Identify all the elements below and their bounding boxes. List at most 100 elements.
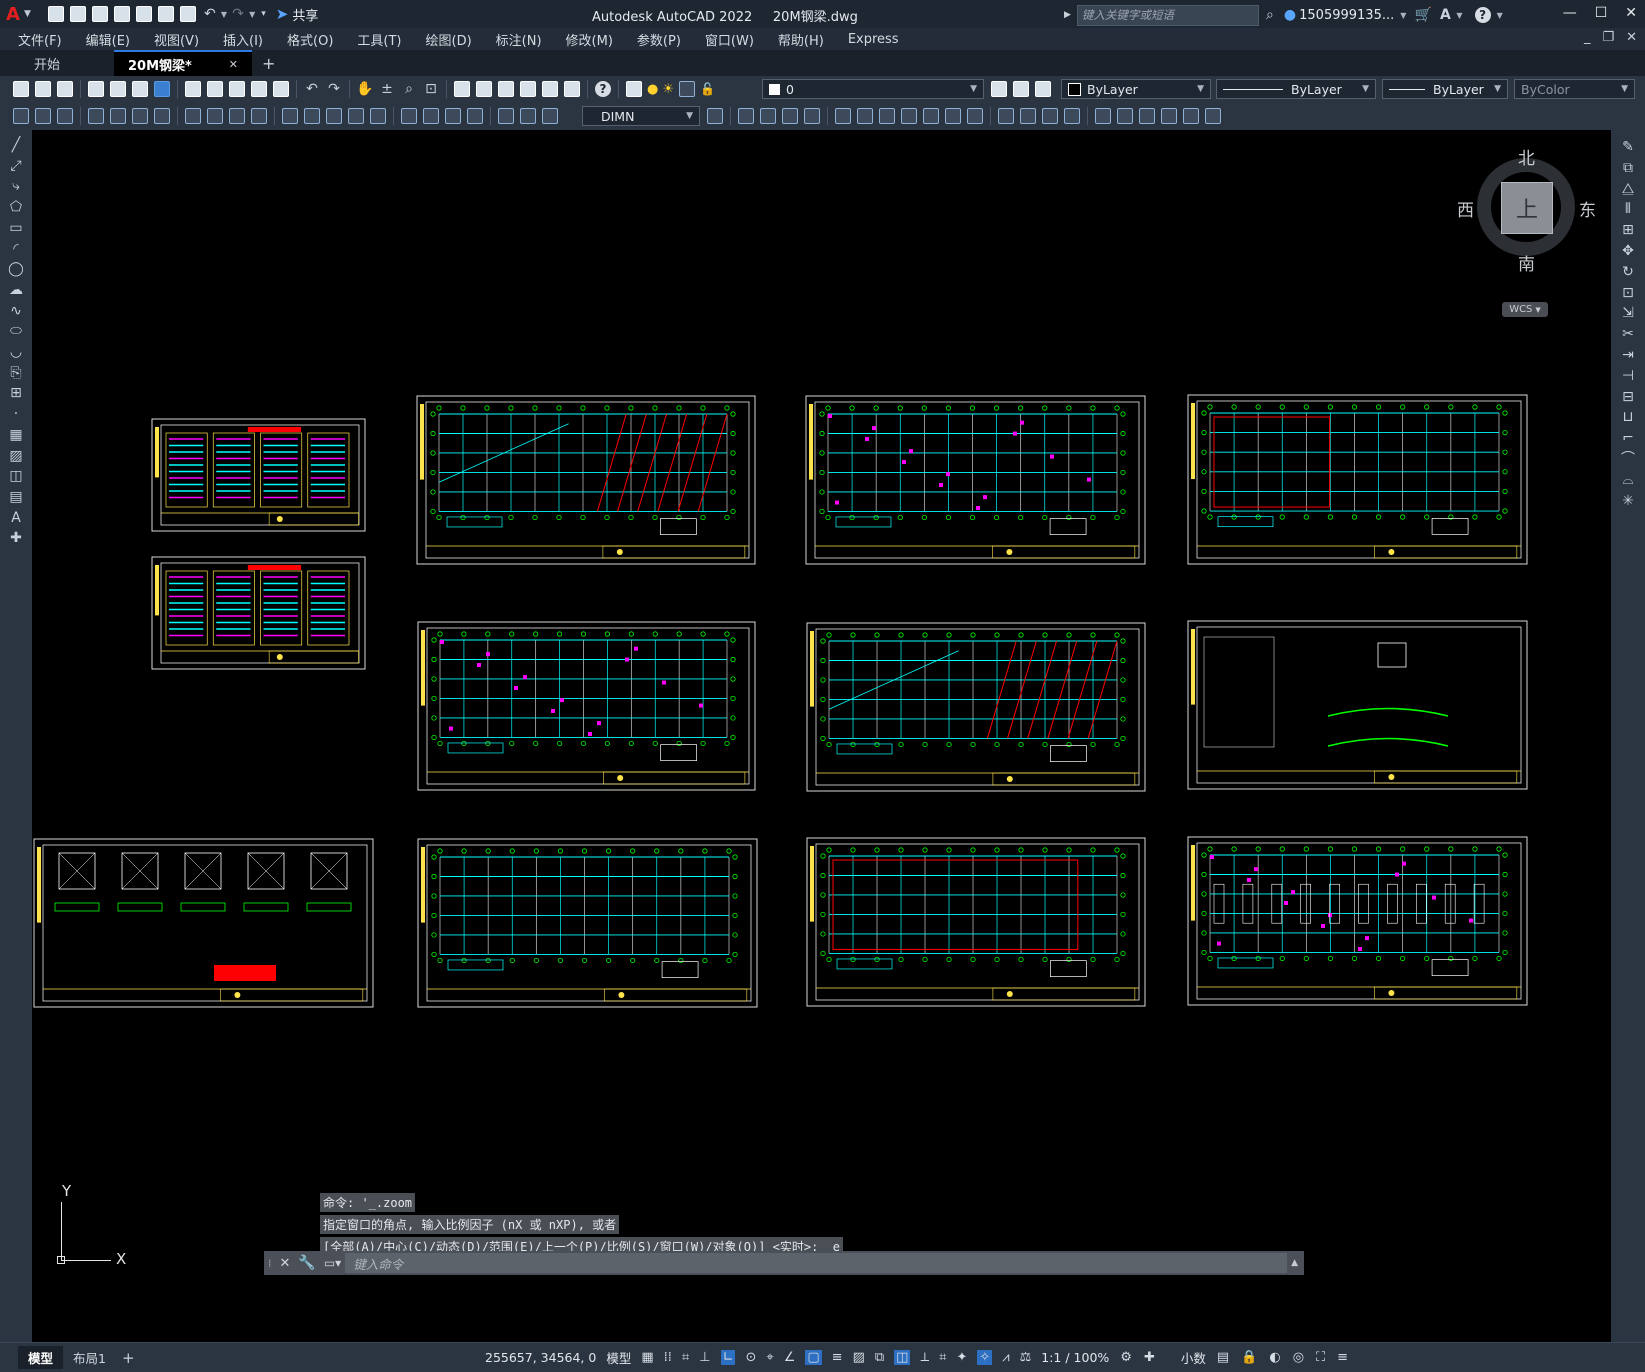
circle-icon[interactable]: ◯ — [7, 260, 25, 278]
annotation-scale-icon[interactable]: ⚖ — [1020, 1350, 1032, 1365]
print-icon[interactable] — [88, 81, 104, 97]
plotstyle-combo[interactable]: ByColor ▼ — [1514, 79, 1635, 99]
redo-toolbar-icon[interactable]: ↷ — [323, 78, 345, 100]
jogged-dim-icon[interactable] — [207, 108, 223, 124]
gradient-left-icon[interactable]: ▨ — [7, 447, 25, 465]
menu-item[interactable]: 帮助(H) — [778, 30, 824, 49]
open-web-icon[interactable] — [135, 6, 152, 22]
viewcube-south[interactable]: 南 — [1518, 250, 1535, 275]
gizmo-icon[interactable]: ✦ — [956, 1350, 967, 1365]
dim-break-icon[interactable] — [370, 108, 386, 124]
annotation-monitor-icon[interactable]: ✚ — [1144, 1350, 1155, 1365]
redo-dropdown-icon[interactable]: ▼ — [249, 10, 255, 19]
3d-osnap-icon[interactable]: ◫ — [894, 1350, 911, 1365]
doc-minimize-button[interactable]: _ — [1584, 30, 1591, 45]
zoom-previous-icon[interactable]: ⊡ — [420, 78, 442, 100]
break-icon[interactable] — [998, 108, 1014, 124]
layer-combo[interactable]: 0 ▼ — [762, 79, 984, 99]
layer-lock-icon[interactable]: 🔓 — [700, 82, 715, 96]
tab-close-icon[interactable]: ✕ — [229, 58, 238, 71]
fillet-icon[interactable] — [1064, 108, 1080, 124]
grid-icon[interactable]: ▦ — [641, 1350, 653, 1365]
search-input[interactable]: 键入关键字或短语 — [1076, 4, 1259, 26]
rectangle-icon[interactable]: ▭ — [7, 219, 25, 237]
help-dropdown-icon[interactable]: ▼ — [1497, 11, 1503, 20]
make-current-layer-icon[interactable] — [991, 81, 1007, 97]
menu-item[interactable]: 视图(V) — [154, 30, 199, 49]
trim-icon[interactable] — [945, 108, 961, 124]
menu-item[interactable]: 文件(F) — [18, 30, 62, 49]
quick-dim-icon[interactable] — [282, 108, 298, 124]
user-dropdown-icon[interactable]: ▼ — [1400, 11, 1406, 20]
new-tab-button[interactable]: + — [262, 54, 275, 73]
offset-r-icon[interactable]: ⫴ — [1619, 200, 1637, 218]
save-toolbar-icon[interactable] — [57, 81, 73, 97]
region-icon[interactable] — [13, 108, 29, 124]
infer-constraints-icon[interactable]: ⌗ — [682, 1350, 689, 1365]
menu-item[interactable]: 参数(P) — [637, 30, 681, 49]
transparency-icon[interactable]: ▨ — [853, 1350, 865, 1365]
model-space-toggle[interactable]: 模型 — [606, 1348, 631, 1367]
cut-icon[interactable] — [185, 81, 201, 97]
gradient-icon[interactable] — [57, 108, 73, 124]
extend-r-icon[interactable]: ⇥ — [1619, 346, 1637, 364]
break-at-point-icon[interactable]: ⊣ — [1619, 367, 1637, 385]
cmdline-history-icon[interactable]: ▲ — [1291, 1258, 1298, 1268]
region-left-icon[interactable]: ◫ — [7, 467, 25, 485]
model-space-canvas[interactable]: 上 北 南 西 东 WCS ▼ Y X — [32, 130, 1611, 1342]
diameter-dim-icon[interactable] — [229, 108, 245, 124]
command-input[interactable]: 键入命令 — [345, 1253, 1288, 1273]
save-as-icon[interactable] — [113, 6, 130, 22]
cmdline-recent-icon[interactable]: ▭▾ — [324, 1256, 341, 1270]
redo-icon[interactable]: ↷ — [227, 3, 249, 25]
linetype-combo[interactable]: ByLayer ▼ — [1216, 79, 1376, 99]
units-value[interactable]: 小数 — [1181, 1348, 1206, 1367]
menu-item[interactable]: Express — [848, 32, 899, 47]
annotation-scale-value[interactable]: 1:1 / 100% — [1041, 1350, 1109, 1365]
revision-cloud-icon[interactable]: ☁ — [7, 281, 25, 299]
menu-item[interactable]: 窗口(W) — [705, 30, 754, 49]
trim-r-icon[interactable]: ✂ — [1619, 325, 1637, 343]
clean-screen-icon[interactable]: ⛶ — [1316, 1350, 1325, 1365]
join-r-icon[interactable]: ⊔ — [1619, 408, 1637, 426]
lock-ui-icon[interactable]: 🔒 — [1241, 1350, 1257, 1365]
baseline-dim-icon[interactable] — [304, 108, 320, 124]
solid-subtract-icon[interactable] — [1139, 108, 1155, 124]
polyline-icon[interactable]: ⤷ — [7, 177, 25, 195]
inspect-icon[interactable] — [445, 108, 461, 124]
selection-cycling-icon[interactable]: ⧉ — [875, 1350, 884, 1365]
snap-mode-icon[interactable]: ⁞⁞ — [664, 1350, 672, 1365]
menu-item[interactable]: 编辑(E) — [86, 30, 130, 49]
object-snap-tracking-icon[interactable]: ∠ — [784, 1350, 796, 1365]
maximize-button[interactable]: ☐ — [1595, 5, 1608, 21]
qnew-icon[interactable] — [13, 81, 29, 97]
undo-toolbar-icon[interactable]: ↶ — [301, 78, 323, 100]
close-button[interactable]: ✕ — [1625, 5, 1637, 21]
layer-match-icon[interactable] — [1035, 81, 1051, 97]
explode-icon[interactable] — [1095, 108, 1111, 124]
viewcube-east[interactable]: 东 — [1579, 196, 1596, 221]
match-properties-icon[interactable] — [251, 81, 267, 97]
save-web-icon[interactable] — [157, 6, 174, 22]
tab-model[interactable]: 模型 — [18, 1346, 64, 1369]
rotate-icon[interactable] — [879, 108, 895, 124]
angular-dim-icon[interactable] — [251, 108, 267, 124]
offset-icon[interactable] — [804, 108, 820, 124]
array-r-icon[interactable]: ⊞ — [1619, 221, 1637, 239]
make-block-icon[interactable]: ⊞ — [7, 384, 25, 402]
menu-item[interactable]: 格式(O) — [287, 30, 333, 49]
aligned-dim-icon[interactable] — [110, 108, 126, 124]
stretch-r-icon[interactable]: ⇲ — [1619, 304, 1637, 322]
copy-obj-icon[interactable] — [760, 108, 776, 124]
undo-icon[interactable]: ↶ — [199, 3, 221, 25]
new-file-icon[interactable] — [47, 6, 64, 22]
lineweight-combo[interactable]: ByLayer ▼ — [1382, 79, 1508, 99]
join-icon[interactable] — [1020, 108, 1036, 124]
copy-icon[interactable] — [207, 81, 223, 97]
app-menu-chevron-icon[interactable]: ▼ — [24, 9, 31, 19]
quickcalc-icon[interactable] — [564, 81, 580, 97]
tool-palettes-icon[interactable] — [498, 81, 514, 97]
user-icon[interactable]: ● — [1284, 7, 1296, 23]
dim-space-icon[interactable] — [348, 108, 364, 124]
arc-icon[interactable]: ◜ — [7, 240, 25, 258]
